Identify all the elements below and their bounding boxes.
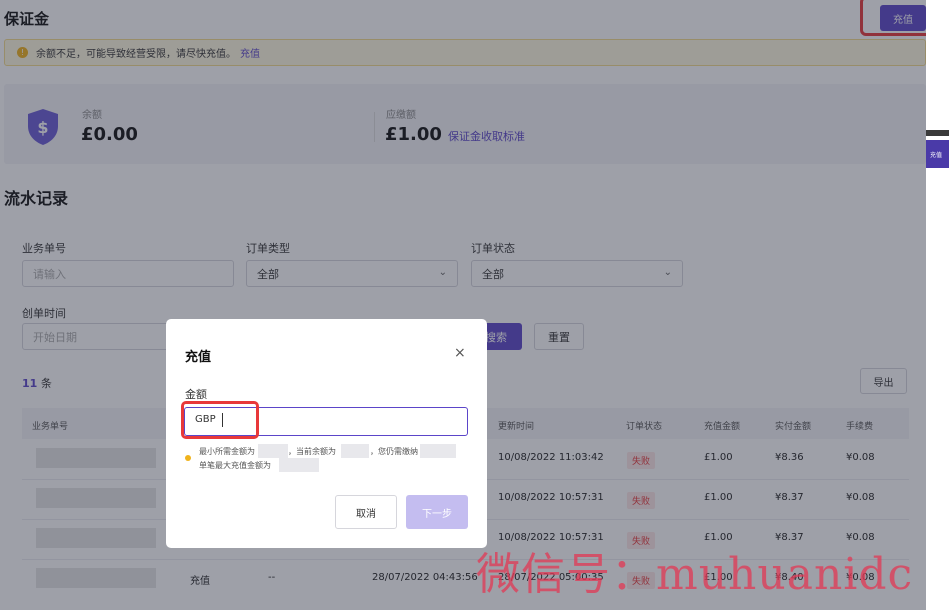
hint-current-balance: ，当前余额为	[288, 447, 336, 456]
modal-title: 充值	[185, 350, 212, 365]
cancel-button[interactable]: 取消	[335, 495, 397, 529]
hint-max-amount: 单笔最大充值金额为	[199, 461, 271, 470]
side-topup-tab[interactable]: 充值	[926, 140, 949, 168]
next-step-button[interactable]: 下一步	[406, 495, 468, 529]
redacted-value	[341, 444, 369, 458]
highlight-box-amount	[181, 401, 259, 439]
redacted-value	[258, 444, 288, 458]
hint-bullet-icon	[185, 455, 191, 461]
close-icon[interactable]: ×	[454, 345, 466, 361]
redacted-value	[420, 444, 456, 458]
redacted-value	[279, 458, 319, 472]
side-bar	[926, 130, 949, 136]
hint-min-amount: 最小所需金额为	[199, 447, 255, 456]
hint-still-need: ，您仍需缴纳	[370, 447, 418, 456]
amount-label: 金额	[185, 388, 207, 401]
watermark-text: 微信号：muhuanidc	[476, 549, 914, 600]
side-strip: 充值	[926, 0, 949, 610]
